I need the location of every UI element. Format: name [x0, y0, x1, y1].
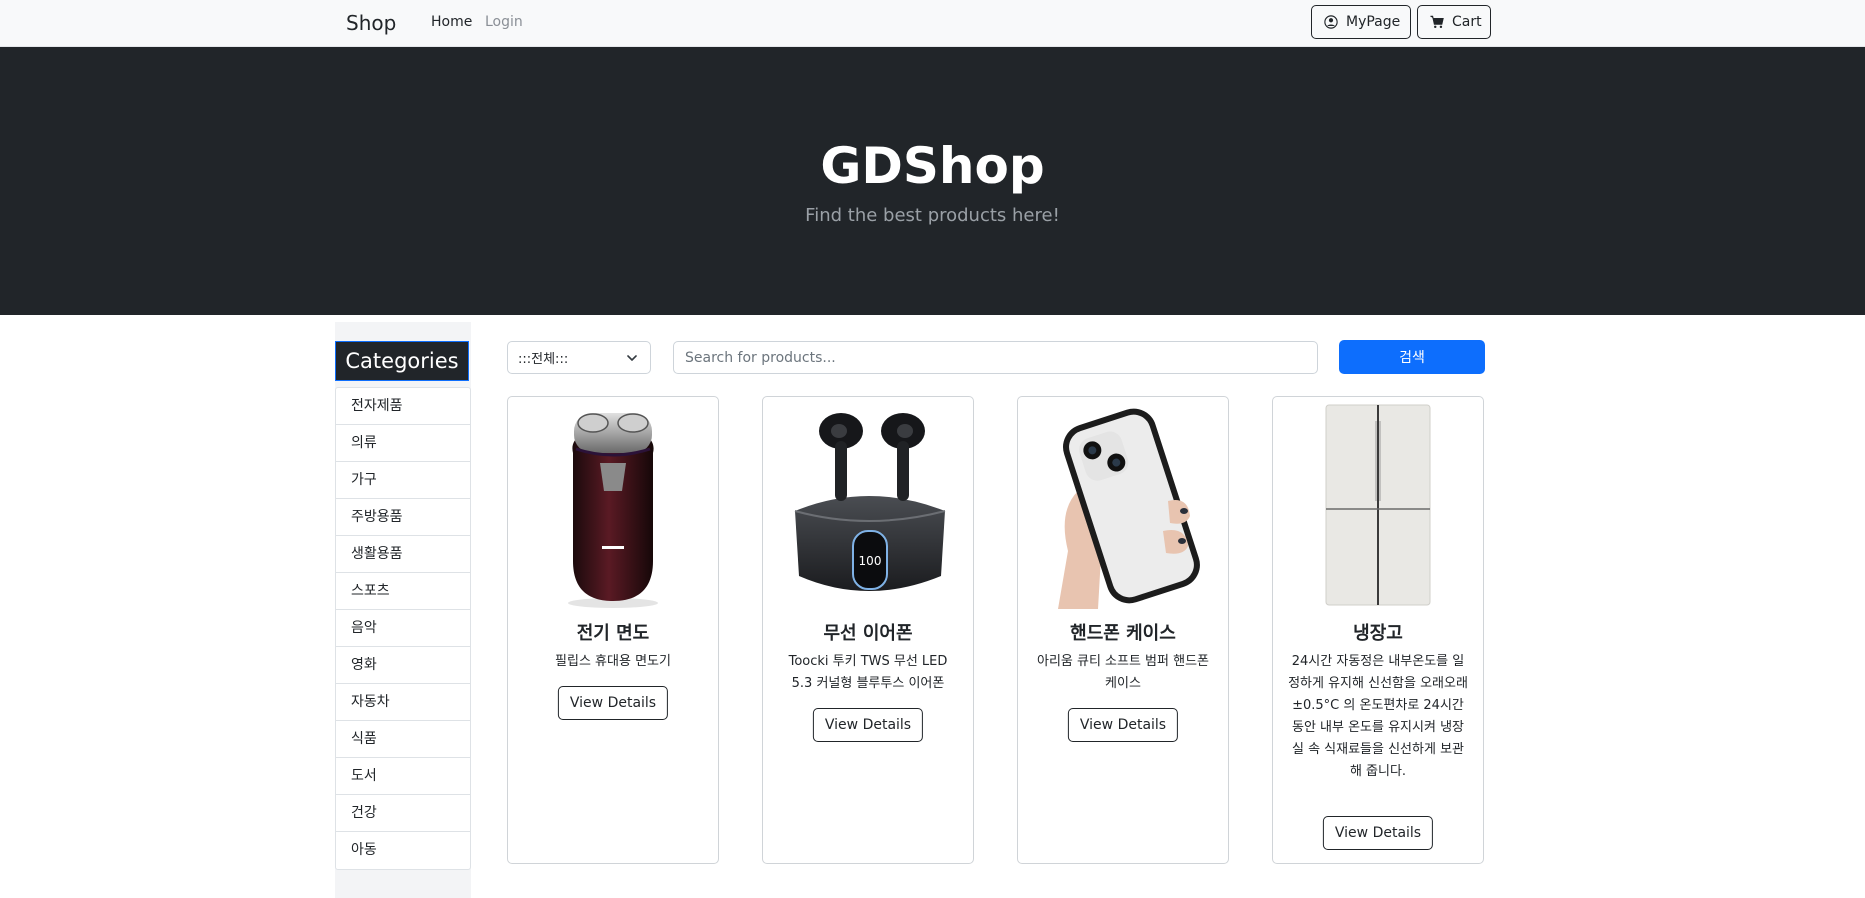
top-navbar: Shop Home Login MyPage Cart	[0, 0, 1865, 47]
phone-case-image	[1058, 408, 1200, 609]
product-title: 핸드폰 케이스	[1070, 623, 1176, 644]
category-item[interactable]: 자동차	[336, 684, 470, 721]
categories-header: Categories	[335, 341, 469, 381]
category-item[interactable]: 건강	[336, 795, 470, 832]
category-item[interactable]: 전자제품	[336, 388, 470, 425]
wireless-earbuds-image: 100	[794, 413, 946, 591]
category-item[interactable]: 주방용품	[336, 499, 470, 536]
category-list: 전자제품 의류 가구 주방용품 생활용품 스포츠 음악 영화 자동차 식품 도서…	[335, 387, 471, 870]
mypage-label: MyPage	[1346, 14, 1401, 30]
nav-link-login[interactable]: Login	[485, 14, 523, 30]
product-description: 필립스 휴대용 면도기	[555, 654, 671, 669]
category-item[interactable]: 생활용품	[336, 536, 470, 573]
product-description: 아리움 큐티 소프트 범퍼 핸드폰 케이스	[1036, 654, 1209, 691]
product-title: 냉장고	[1353, 623, 1403, 644]
hero-title: GDShop	[820, 137, 1045, 195]
svg-text:100: 100	[859, 554, 882, 568]
category-item[interactable]: 가구	[336, 462, 470, 499]
brand-link[interactable]: Shop	[346, 11, 396, 35]
view-details-button[interactable]: View Details	[1067, 708, 1179, 742]
product-title: 전기 면도	[576, 623, 650, 644]
hero-subtitle: Find the best products here!	[805, 205, 1060, 226]
product-card: 전기 면도 필립스 휴대용 면도기 View Details	[507, 396, 719, 864]
category-item[interactable]: 식품	[336, 721, 470, 758]
product-card: 100 무선 이어폰 Toocki 투키 TWS 무선 LED 5.3 커널형 …	[762, 396, 974, 864]
category-item[interactable]: 아동	[336, 832, 470, 869]
product-description: 24시간 자동정은 내부온도를 일정하게 유지해 신선함을 오래오래 ±0.5°…	[1288, 654, 1468, 779]
chevron-down-icon	[627, 355, 637, 361]
product-card: 냉장고 24시간 자동정은 내부온도를 일정하게 유지해 신선함을 오래오래 ±…	[1272, 396, 1484, 864]
category-item[interactable]: 의류	[336, 425, 470, 462]
user-circle-icon	[1324, 15, 1338, 29]
search-input[interactable]	[673, 341, 1318, 374]
electric-shaver-image	[568, 413, 658, 608]
view-details-button[interactable]: View Details	[557, 686, 669, 720]
refrigerator-image	[1325, 404, 1431, 606]
category-item[interactable]: 영화	[336, 647, 470, 684]
product-description: Toocki 투키 TWS 무선 LED 5.3 커널형 블루투스 이어폰	[788, 654, 948, 691]
search-button[interactable]: 검색	[1339, 340, 1485, 374]
mypage-button[interactable]: MyPage	[1311, 5, 1411, 39]
view-details-button[interactable]: View Details	[812, 708, 924, 742]
nav-link-home[interactable]: Home	[431, 14, 472, 30]
cart-button[interactable]: Cart	[1417, 5, 1491, 39]
view-details-button[interactable]: View Details	[1322, 816, 1434, 850]
category-select-value: :::전체:::	[518, 352, 569, 367]
category-item[interactable]: 도서	[336, 758, 470, 795]
product-title: 무선 이어폰	[823, 623, 913, 644]
product-card: 핸드폰 케이스 아리움 큐티 소프트 범퍼 핸드폰 케이스 View Detai…	[1017, 396, 1229, 864]
category-item[interactable]: 음악	[336, 610, 470, 647]
cart-icon	[1430, 15, 1444, 29]
category-item[interactable]: 스포츠	[336, 573, 470, 610]
hero-banner: GDShop Find the best products here!	[0, 47, 1865, 315]
category-select[interactable]: :::전체:::	[507, 341, 651, 374]
cart-label: Cart	[1452, 14, 1482, 30]
